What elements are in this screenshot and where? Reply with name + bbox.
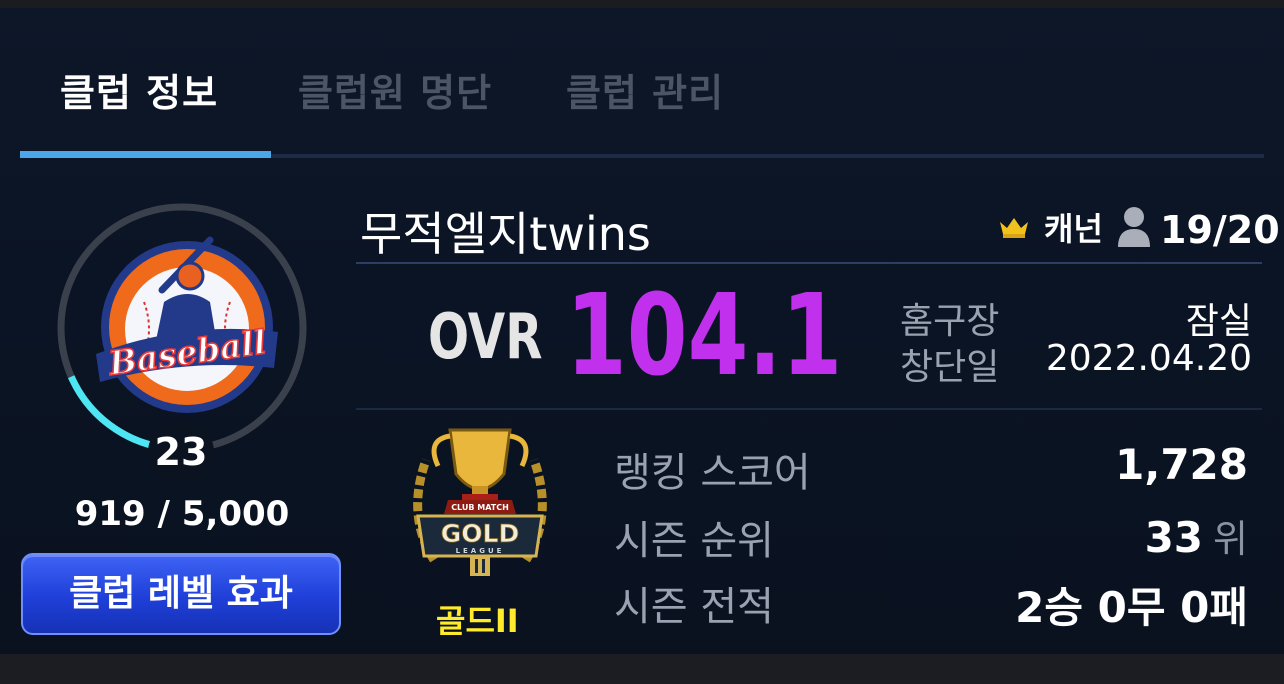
logo-helmet bbox=[175, 261, 205, 291]
league-name: 골드II bbox=[436, 602, 519, 640]
founded-label: 창단일 bbox=[900, 347, 1000, 388]
badge-main-text: GOLD bbox=[441, 519, 519, 548]
badge-sub-text: LEAGUE bbox=[456, 547, 505, 555]
club-xp-text: 919 / 5,000 bbox=[74, 494, 290, 534]
season-rank: 33 위 bbox=[1145, 508, 1248, 563]
gold-league-badge: CLUB MATCH GOLD LEAGUE bbox=[413, 428, 547, 576]
season-rank-value: 33 bbox=[1144, 513, 1204, 562]
badge-top-text: CLUB MATCH bbox=[451, 503, 509, 512]
tab-club-members[interactable]: 클럽원 명단 bbox=[298, 62, 492, 117]
badge-tier-plate bbox=[470, 556, 490, 576]
badge-tier-mark-1 bbox=[475, 559, 478, 573]
stadium-value: 잠실 bbox=[1185, 301, 1252, 342]
founded-value: 2022.04.20 bbox=[1045, 338, 1252, 379]
info-divider bbox=[356, 408, 1262, 410]
club-member-count: 19/20 bbox=[1160, 208, 1280, 252]
active-tab-indicator bbox=[20, 151, 271, 158]
club-name: 무적엘지twins bbox=[360, 207, 651, 261]
stadium-label: 홈구장 bbox=[900, 301, 1000, 342]
person-icon bbox=[1118, 207, 1150, 247]
crown-icon bbox=[1000, 218, 1028, 238]
club-level-effect-button[interactable]: 클럽 레벨 효과 bbox=[21, 553, 341, 635]
badge-trophy-cup bbox=[448, 428, 512, 491]
tab-club-info[interactable]: 클럽 정보 bbox=[60, 62, 218, 117]
top-strip bbox=[0, 0, 1284, 8]
club-logo: Baseball bbox=[96, 236, 278, 413]
ovr-label: OVR bbox=[428, 300, 543, 373]
bottom-strip bbox=[0, 654, 1284, 684]
badge-tier-mark-2 bbox=[482, 559, 485, 573]
season-record-value: 2승 0무 0패 bbox=[1015, 583, 1248, 632]
badge-trophy-base bbox=[462, 494, 498, 500]
season-record-label: 시즌 전적 bbox=[614, 584, 774, 630]
season-rank-label: 시즌 순위 bbox=[614, 518, 774, 564]
ovr-value: 104.1 bbox=[566, 271, 843, 401]
club-level-badge: 23 bbox=[148, 422, 214, 482]
club-captain-name: 캐넌 bbox=[1044, 210, 1103, 248]
ranking-score-value: 1,728 bbox=[1115, 440, 1248, 489]
header-divider bbox=[356, 262, 1262, 264]
tab-club-manage[interactable]: 클럽 관리 bbox=[566, 62, 724, 117]
ranking-score-label: 랭킹 스코어 bbox=[614, 450, 811, 496]
season-rank-unit: 위 bbox=[1213, 517, 1248, 561]
